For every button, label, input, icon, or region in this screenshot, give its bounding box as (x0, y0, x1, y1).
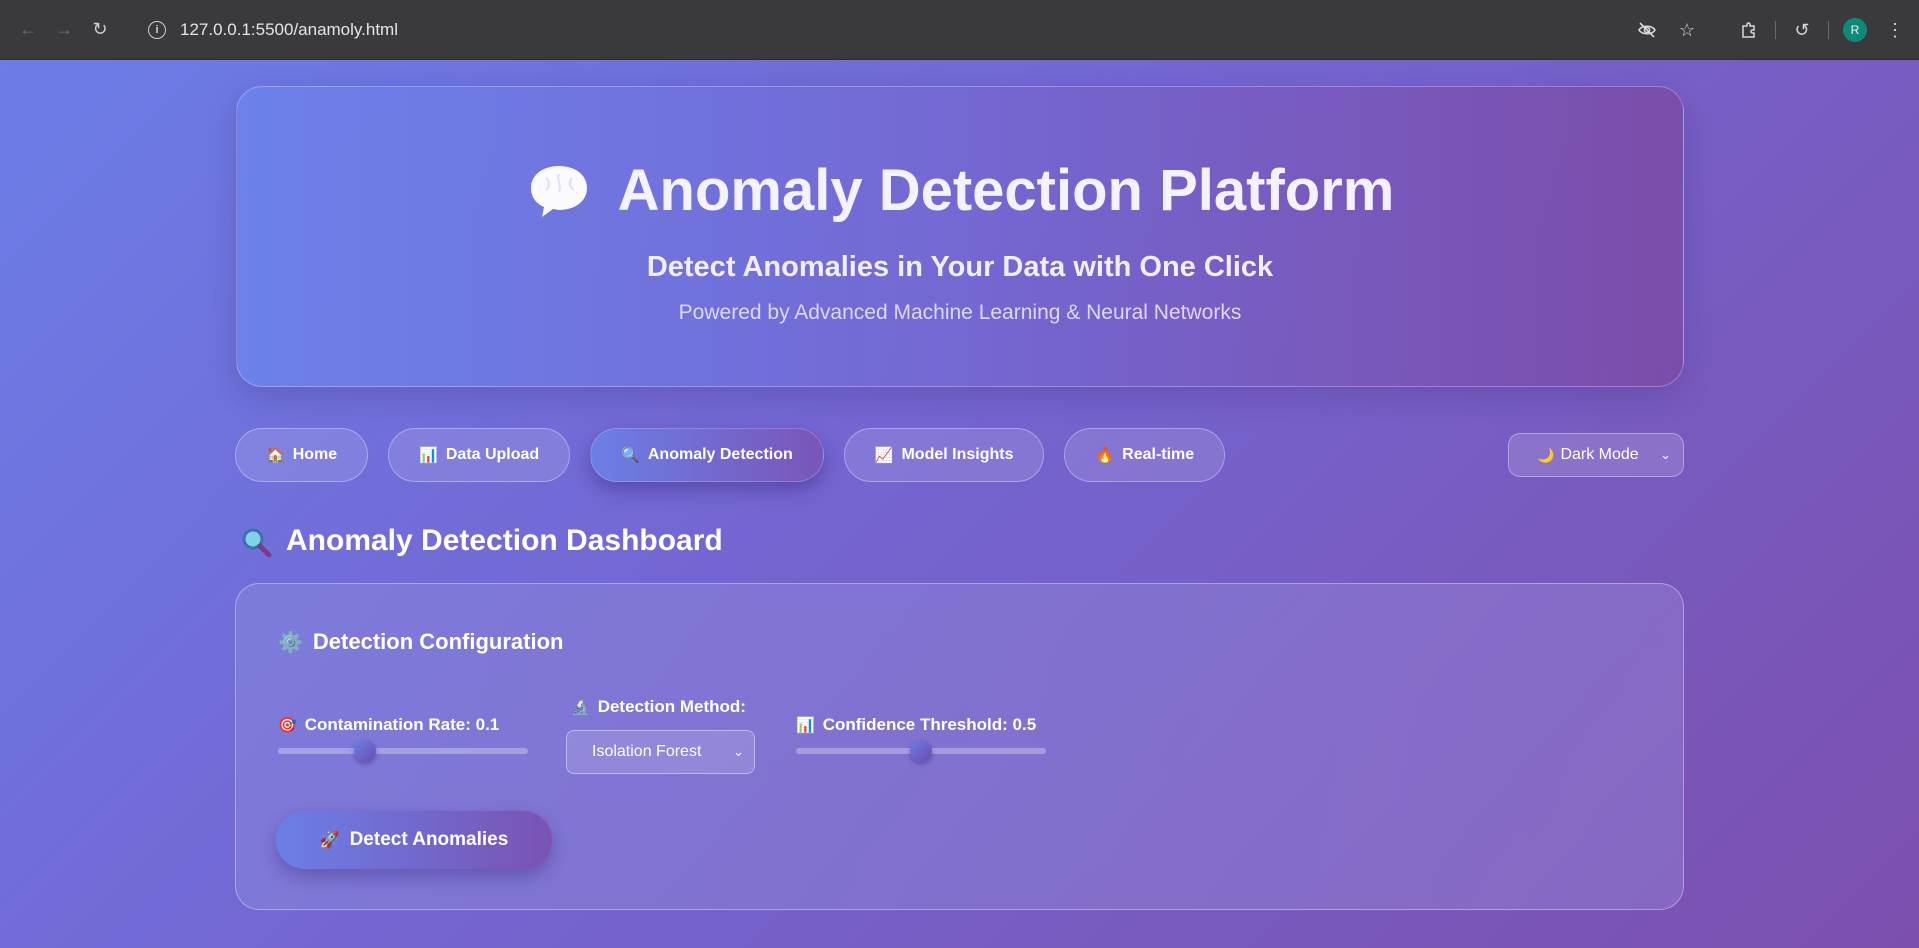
microscope-icon: 🔬 (571, 699, 590, 716)
magnifier-icon (240, 526, 272, 558)
bar-chart-icon: 📊 (796, 717, 815, 734)
confidence-label-text: Confidence Threshold: 0.5 (822, 715, 1037, 734)
detection-config-card: ⚙️ Detection Configuration 🎯 Contaminati… (235, 583, 1684, 910)
confidence-slider-thumb[interactable] (910, 740, 932, 762)
address-bar[interactable]: i 127.0.0.1:5500/anamoly.html (148, 10, 398, 50)
theme-select-value: Dark Mode (1560, 446, 1639, 463)
tab-anomaly-detection[interactable]: 🔍 Anomaly Detection (590, 428, 824, 482)
confidence-label: 📊 Confidence Threshold: 0.5 (796, 715, 1036, 735)
method-label: 🔬 Detection Method: (571, 697, 746, 717)
section-title-text: Anomaly Detection Dashboard (286, 524, 723, 557)
back-arrow-icon[interactable]: ← (10, 12, 46, 48)
bookmark-star-icon[interactable]: ☆ (1667, 10, 1707, 50)
tab-real-time[interactable]: 🔥 Real-time (1064, 428, 1226, 482)
gear-icon: ⚙️ (278, 631, 303, 654)
hero-title: Anomaly Detection Platform (237, 157, 1683, 224)
url-text: 127.0.0.1:5500/anamoly.html (180, 19, 398, 39)
target-icon: 🎯 (278, 717, 297, 734)
browser-toolbar: ← → ↻ i 127.0.0.1:5500/anamoly.html ☆ ↺ … (0, 0, 1919, 60)
eye-off-icon[interactable] (1627, 10, 1667, 50)
moon-icon: 🌙 (1537, 446, 1555, 463)
detection-method-select[interactable]: Isolation Forest ⌄ (566, 730, 755, 774)
contamination-slider[interactable] (278, 740, 528, 762)
magnifier-icon: 🔍 (621, 447, 640, 464)
confidence-slider[interactable] (796, 740, 1046, 762)
main-nav-tabs: 🏠 Home 📊 Data Upload 🔍 Anomaly Detection… (235, 428, 1226, 482)
hero-subtitle: Detect Anomalies in Your Data with One C… (646, 251, 1274, 283)
hero-title-text: Anomaly Detection Platform (617, 158, 1395, 223)
profile-avatar[interactable]: R (1843, 18, 1867, 42)
section-title: Anomaly Detection Dashboard (240, 524, 723, 558)
reload-icon[interactable]: ↻ (82, 12, 118, 48)
tab-label: Data Upload (445, 446, 540, 463)
hero-tagline: Powered by Advanced Machine Learning & N… (678, 301, 1242, 324)
detect-button-label: Detect Anomalies (349, 829, 509, 850)
tab-label: Anomaly Detection (647, 446, 793, 463)
hero-banner: Anomaly Detection Platform Detect Anomal… (236, 86, 1684, 387)
toolbar-divider (1775, 21, 1776, 39)
tab-model-insights[interactable]: 📈 Model Insights (843, 428, 1045, 482)
history-icon[interactable]: ↺ (1782, 10, 1822, 50)
forward-arrow-icon[interactable]: → (46, 12, 82, 48)
rocket-icon: 🚀 (319, 832, 340, 849)
tab-home[interactable]: 🏠 Home (235, 428, 369, 482)
brain-icon (526, 162, 592, 220)
theme-select[interactable]: 🌙 Dark Mode ⌄ (1508, 433, 1684, 477)
config-title: ⚙️ Detection Configuration (278, 629, 563, 655)
fire-icon: 🔥 (1095, 447, 1115, 464)
home-icon: 🏠 (266, 447, 285, 464)
bar-chart-icon: 📊 (419, 447, 438, 464)
toolbar-divider (1828, 21, 1829, 39)
method-select-value: Isolation Forest (592, 743, 702, 760)
trend-chart-icon: 📈 (874, 447, 894, 464)
kebab-menu-icon[interactable]: ⋮ (1875, 10, 1915, 50)
tab-label: Home (292, 446, 338, 463)
tab-label: Real-time (1122, 446, 1195, 463)
chevron-down-icon: ⌄ (733, 744, 744, 759)
contamination-label-text: Contamination Rate: 0.1 (304, 715, 500, 734)
tab-label: Model Insights (901, 446, 1014, 463)
tab-data-upload[interactable]: 📊 Data Upload (388, 428, 571, 482)
chevron-down-icon: ⌄ (1660, 447, 1671, 462)
config-title-text: Detection Configuration (312, 629, 564, 654)
site-info-icon[interactable]: i (148, 20, 166, 39)
extensions-icon[interactable] (1729, 10, 1769, 50)
detect-anomalies-button[interactable]: 🚀 Detect Anomalies (276, 811, 552, 869)
method-label-text: Detection Method: (597, 697, 746, 716)
contamination-label: 🎯 Contamination Rate: 0.1 (278, 715, 499, 735)
contamination-slider-thumb[interactable] (354, 740, 376, 762)
